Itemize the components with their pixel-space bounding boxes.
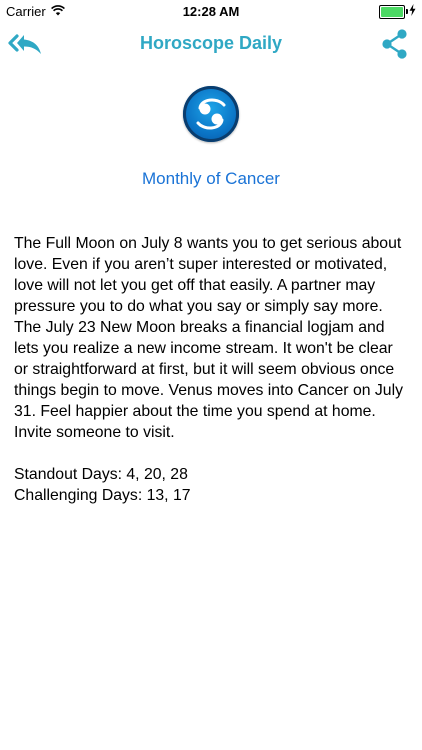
days-block: Standout Days: 4, 20, 28 Challenging Day…	[14, 464, 406, 506]
horoscope-body: The Full Moon on July 8 wants you to get…	[14, 235, 403, 441]
battery-level-fill	[381, 6, 403, 17]
share-icon	[380, 29, 410, 64]
status-time: 12:28 AM	[182, 4, 240, 19]
navigation-bar: Horoscope Daily	[0, 22, 422, 66]
share-button[interactable]	[380, 28, 410, 60]
page-title: Horoscope Daily	[139, 33, 283, 53]
status-right	[379, 4, 416, 19]
horoscope-text: The Full Moon on July 8 wants you to get…	[14, 233, 406, 506]
standout-days: Standout Days: 4, 20, 28	[14, 466, 188, 483]
challenging-days: Challenging Days: 13, 17	[14, 487, 191, 504]
battery-icon	[379, 4, 408, 19]
horoscope-subtitle: Monthly of Cancer	[142, 169, 280, 188]
status-bar: Carrier 12:28 AM	[0, 0, 422, 22]
cancer-zodiac-icon	[183, 86, 239, 142]
horoscope-screen: Carrier 12:28 AM Horoscope Daily Monthly…	[0, 0, 422, 750]
battery-tip	[406, 8, 408, 14]
charging-bolt-icon	[409, 4, 416, 19]
